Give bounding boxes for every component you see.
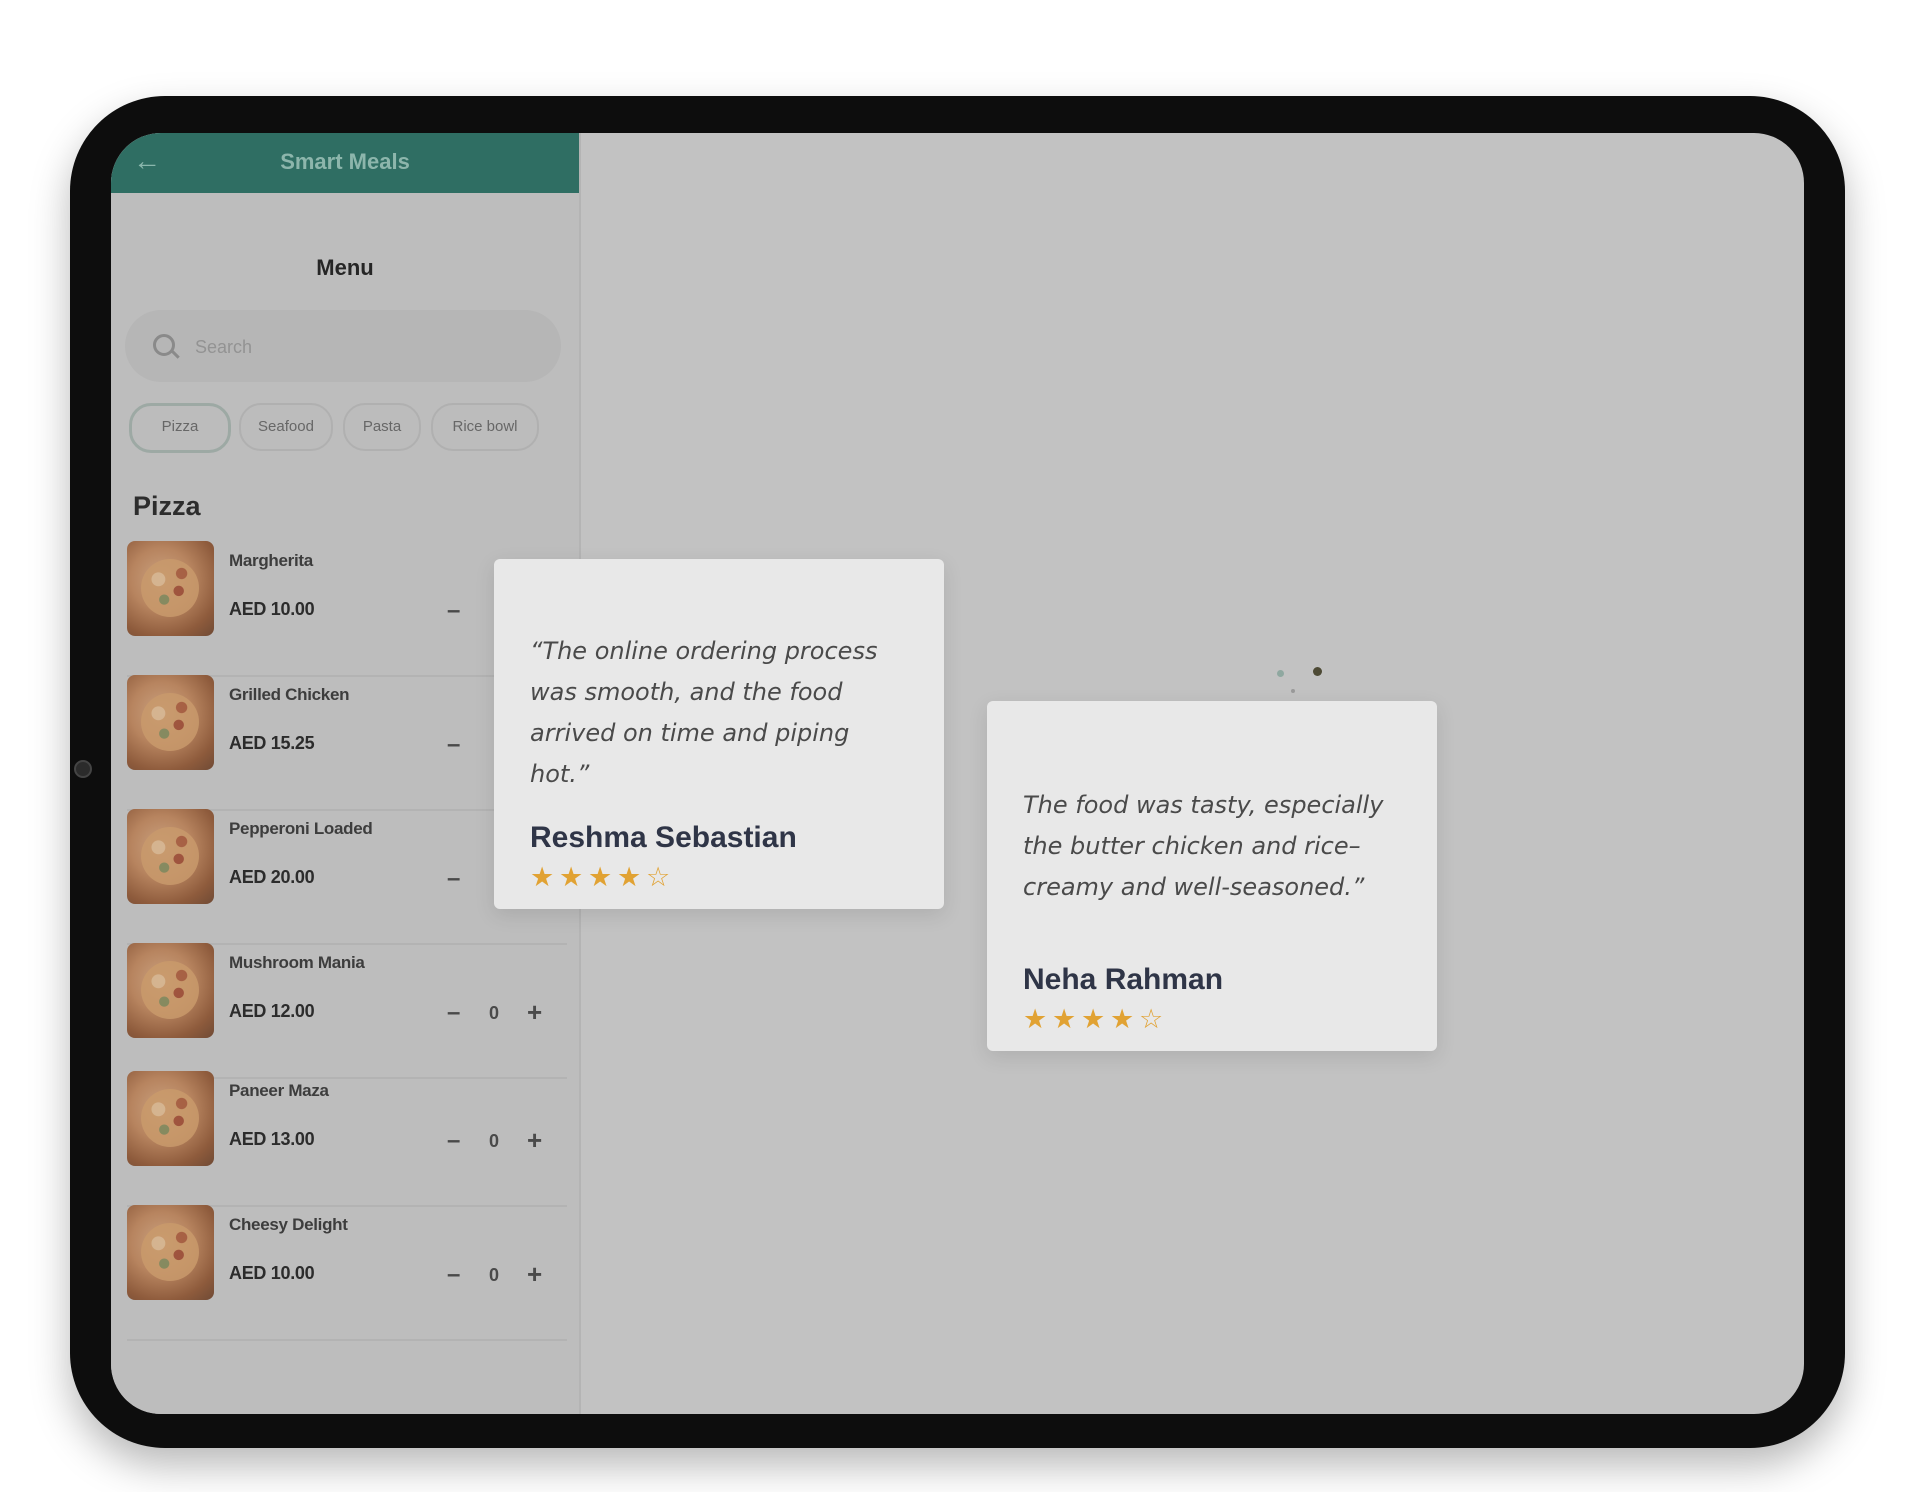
item-name: Cheesy Delight: [229, 1215, 348, 1234]
item-name: Paneer Maza: [229, 1081, 329, 1100]
search-bar[interactable]: [125, 310, 561, 382]
menu-item[interactable]: Mushroom Mania AED 12.00 – 0 +: [127, 943, 567, 1079]
chip-rice-bowl[interactable]: Rice bowl: [431, 403, 539, 451]
review-quote: The food was tasty, especially the butte…: [1023, 791, 1384, 901]
app-title: Smart Meals: [280, 149, 410, 174]
star-filled-icon: ★: [1052, 1004, 1077, 1034]
item-price: AED 13.00: [229, 1129, 315, 1149]
star-filled-icon: ★: [1023, 1004, 1048, 1034]
plus-button[interactable]: +: [527, 997, 542, 1028]
review-card: The food was tasty, especially the butte…: [987, 701, 1437, 1051]
star-filled-icon: ★: [617, 862, 642, 892]
item-price: AED 15.25: [229, 733, 315, 753]
loading-dot: [1277, 670, 1284, 677]
minus-button[interactable]: –: [447, 731, 460, 759]
star-filled-icon: ★: [1110, 1004, 1135, 1034]
camera-dot: [74, 760, 92, 778]
app-bar: ← Smart Meals: [111, 133, 579, 193]
plus-button[interactable]: +: [527, 1259, 542, 1290]
star-empty-icon: ☆: [646, 862, 671, 892]
item-name: Grilled Chicken: [229, 685, 350, 704]
quantity-value: 0: [489, 1265, 500, 1285]
plus-button[interactable]: +: [527, 1125, 542, 1156]
section-title: Pizza: [133, 491, 201, 521]
item-name: Pepperoni Loaded: [229, 819, 373, 838]
search-icon: [153, 334, 175, 356]
minus-button[interactable]: –: [447, 597, 460, 625]
review-quote: “The online ordering process was smooth,…: [530, 637, 878, 788]
food-image: [127, 1071, 214, 1166]
star-filled-icon: ★: [559, 862, 584, 892]
menu-item[interactable]: Cheesy Delight AED 10.00 – 0 +: [127, 1205, 567, 1341]
food-image: [127, 943, 214, 1038]
loading-dot: [1313, 667, 1322, 676]
quantity-value: 0: [489, 1003, 500, 1023]
item-price: AED 20.00: [229, 867, 315, 887]
item-price: AED 10.00: [229, 599, 315, 619]
tablet-screen: ← Smart Meals Menu Pizza Seafood Pasta R…: [111, 133, 1804, 1414]
item-price: AED 12.00: [229, 1001, 315, 1021]
chip-pasta[interactable]: Pasta: [343, 403, 421, 451]
quantity-value: 0: [489, 1131, 500, 1151]
minus-button[interactable]: –: [447, 865, 460, 893]
chip-seafood[interactable]: Seafood: [239, 403, 333, 451]
star-filled-icon: ★: [530, 862, 555, 892]
menu-title: Menu: [316, 255, 374, 280]
chip-pizza[interactable]: Pizza: [129, 403, 231, 453]
reviewer-name: Reshma Sebastian: [530, 821, 797, 854]
food-image: [127, 809, 214, 904]
item-price: AED 10.00: [229, 1263, 315, 1283]
food-image: [127, 1205, 214, 1300]
item-name: Margherita: [229, 551, 313, 570]
star-filled-icon: ★: [1081, 1004, 1106, 1034]
minus-button[interactable]: –: [447, 1127, 460, 1155]
star-filled-icon: ★: [588, 862, 613, 892]
reviewer-name: Neha Rahman: [1023, 963, 1224, 996]
star-empty-icon: ☆: [1139, 1004, 1164, 1034]
menu-item[interactable]: Paneer Maza AED 13.00 – 0 +: [127, 1071, 567, 1207]
item-name: Mushroom Mania: [229, 953, 365, 972]
minus-button[interactable]: –: [447, 999, 460, 1027]
search-input[interactable]: [193, 332, 537, 362]
food-image: [127, 675, 214, 770]
loading-dot: [1291, 689, 1295, 693]
food-image: [127, 541, 214, 636]
review-card: “The online ordering process was smooth,…: [494, 559, 944, 909]
minus-button[interactable]: –: [447, 1261, 460, 1289]
